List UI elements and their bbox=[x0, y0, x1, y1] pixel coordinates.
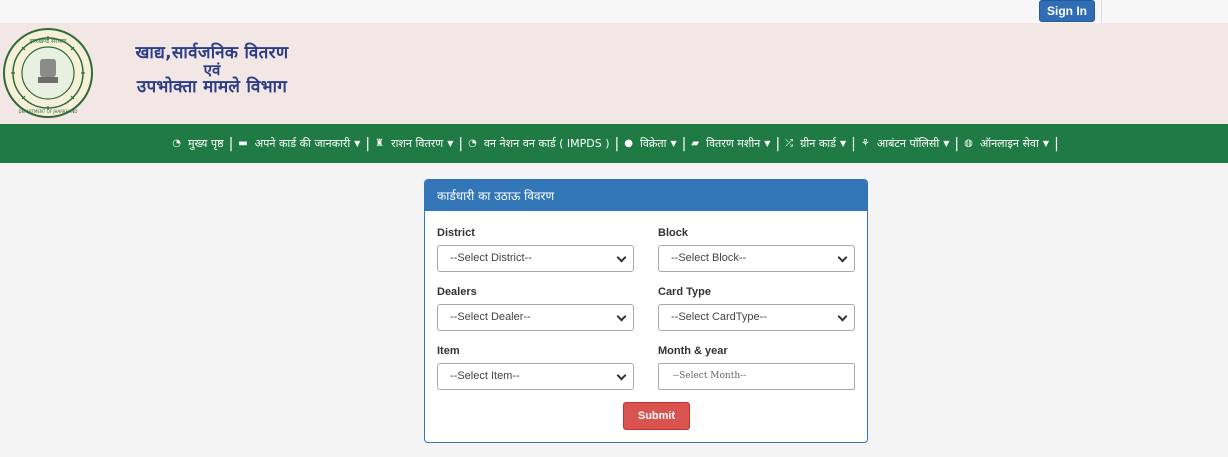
lifting-details-panel: कार्डधारी का उठाऊ विवरण District --Selec… bbox=[424, 179, 868, 443]
caret-down-icon: ▼ bbox=[1042, 139, 1050, 148]
title-line-3: उपभोक्ता मामले विभाग bbox=[136, 77, 288, 97]
district-select-value: --Select District-- bbox=[450, 252, 532, 264]
dealers-label: Dealers bbox=[437, 286, 477, 298]
nav-item-label: राशन वितरण bbox=[391, 137, 444, 150]
top-divider bbox=[1101, 0, 1102, 23]
nav-item-label: अपने कार्ड की जानकारी bbox=[254, 137, 351, 150]
nav-item-card-info[interactable]: ▬ अपने कार्ड की जानकारी ▼ bbox=[234, 124, 364, 163]
nav-item-label: ग्रीन कार्ड bbox=[800, 137, 837, 150]
nav-separator: | bbox=[1054, 135, 1059, 152]
logo-text-bottom: DEPARTMENT OF JHARKHAND bbox=[19, 109, 78, 114]
nav-item-distribution-machine[interactable]: ▰ वितरण मशीन ▼ bbox=[687, 124, 774, 163]
nav-item-one-nation-one-card[interactable]: ◔ वन नेशन वन कार्ड ( IMPDS ) bbox=[464, 124, 613, 163]
item-select[interactable]: --Select Item-- bbox=[437, 363, 634, 390]
nav-item-label: विक्रेता bbox=[639, 137, 667, 150]
card-type-select[interactable]: --Select CardType-- bbox=[658, 304, 855, 331]
department-title: खाद्य,सार्वजनिक वितरण एवं उपभोक्ता मामले… bbox=[97, 43, 327, 97]
caret-down-icon: ▼ bbox=[943, 139, 950, 148]
leaf-icon: ⚘ bbox=[860, 138, 870, 149]
nav-item-label: आबंटन पॉलिसी bbox=[876, 137, 940, 150]
item-label: Item bbox=[437, 345, 460, 357]
caret-down-icon: ▼ bbox=[447, 139, 454, 148]
chevron-down-icon bbox=[837, 311, 848, 322]
caret-down-icon: ▼ bbox=[840, 139, 847, 148]
block-select-value: --Select Block-- bbox=[671, 252, 747, 264]
user-tie-icon: ♜ bbox=[375, 138, 385, 149]
dashboard-icon: ◔ bbox=[468, 138, 477, 149]
nav-item-label: मुख्य पृष्ठ bbox=[187, 137, 224, 150]
submit-button[interactable]: Submit bbox=[623, 402, 690, 430]
nav-item-home[interactable]: ◔ मुख्य पृष्ठ bbox=[168, 124, 227, 163]
caret-down-icon: ▼ bbox=[764, 139, 771, 148]
district-select[interactable]: --Select District-- bbox=[437, 245, 634, 272]
item-select-value: --Select Item-- bbox=[450, 370, 520, 382]
nav-separator: | bbox=[954, 135, 960, 152]
block-select[interactable]: --Select Block-- bbox=[658, 245, 855, 272]
chevron-down-icon bbox=[616, 311, 627, 322]
caret-down-icon: ▼ bbox=[670, 139, 677, 148]
panel-heading: कार्डधारी का उठाऊ विवरण bbox=[425, 180, 867, 211]
main-nav: ◔ मुख्य पृष्ठ | ▬ अपने कार्ड की जानकारी … bbox=[0, 124, 1228, 163]
dealer-select[interactable]: --Select Dealer-- bbox=[437, 304, 634, 331]
nav-separator: | bbox=[228, 135, 234, 152]
block-label: Block bbox=[658, 227, 688, 239]
laptop-icon: ▰ bbox=[691, 138, 700, 149]
chevron-down-icon bbox=[837, 252, 848, 263]
nav-separator: | bbox=[775, 135, 781, 152]
site-header: झारखण्ड सरकार DEPARTMENT OF JHARKHAND खा… bbox=[0, 23, 1228, 124]
nav-separator: | bbox=[681, 135, 687, 152]
nav-item-dealer[interactable]: ● विक्रेता ▼ bbox=[620, 124, 680, 163]
department-logo: झारखण्ड सरकार DEPARTMENT OF JHARKHAND bbox=[3, 28, 93, 118]
chevron-down-icon bbox=[616, 370, 627, 381]
caret-down-icon: ▼ bbox=[354, 139, 361, 148]
title-line-2: एवं bbox=[203, 61, 221, 79]
nav-separator: | bbox=[851, 135, 856, 152]
nav-item-green-card[interactable]: ⤮ ग्रीन कार्ड ▼ bbox=[781, 124, 850, 163]
nav-item-online-service[interactable]: ◍ ऑनलाइन सेवा ▼ bbox=[960, 124, 1053, 163]
district-label: District bbox=[437, 227, 475, 239]
month-year-input[interactable]: --Select Month-- bbox=[658, 363, 855, 390]
card-type-label: Card Type bbox=[658, 286, 711, 298]
nav-separator: | bbox=[614, 135, 620, 152]
title-line-1: खाद्य,सार्वजनिक वितरण bbox=[135, 43, 289, 63]
card-type-select-value: --Select CardType-- bbox=[671, 311, 767, 323]
nav-item-allocation-policy[interactable]: ⚘ आबंटन पॉलिसी ▼ bbox=[857, 124, 953, 163]
dealer-select-value: --Select Dealer-- bbox=[450, 311, 531, 323]
nav-separator: | bbox=[458, 135, 464, 152]
dashboard-icon: ◔ bbox=[172, 138, 181, 149]
user-icon: ● bbox=[624, 138, 633, 149]
nav-item-label: वितरण मशीन bbox=[706, 137, 761, 150]
globe-icon: ◍ bbox=[964, 138, 973, 149]
chevron-down-icon bbox=[616, 252, 627, 263]
nav-item-label: ऑनलाइन सेवा bbox=[979, 137, 1039, 150]
random-icon: ⤮ bbox=[785, 138, 794, 149]
nav-item-ration-distribution[interactable]: ♜ राशन वितरण ▼ bbox=[371, 124, 457, 163]
nav-separator: | bbox=[365, 135, 371, 152]
month-year-label: Month & year bbox=[658, 345, 728, 357]
logo-text-top: झारखण्ड सरकार bbox=[30, 38, 67, 45]
card-icon: ▬ bbox=[238, 138, 248, 149]
sign-in-button[interactable]: Sign In bbox=[1039, 0, 1095, 22]
nav-item-label: वन नेशन वन कार्ड ( IMPDS ) bbox=[483, 137, 610, 150]
